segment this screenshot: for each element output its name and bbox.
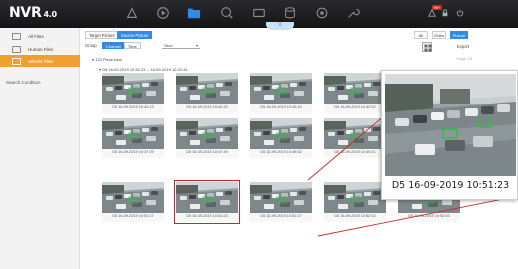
human-files-icon [12, 45, 21, 53]
sidebar-item-label: Human Files [28, 46, 54, 52]
file-management-icon[interactable] [187, 6, 201, 20]
thumbnail-image [176, 73, 238, 104]
smart-analysis-icon[interactable] [220, 6, 234, 20]
filter-video[interactable]: Video [432, 31, 446, 39]
picture-thumbnail[interactable]: D5 16-09-2019 10:51:27 [250, 182, 312, 222]
thumbnail-caption: D5 16-09-2019 10:42:52 [334, 105, 376, 109]
picture-thumbnail[interactable]: D5 16-09-2019 10:51:23 [174, 180, 240, 224]
top-navigation-bar: NVR 4.0 99+ [0, 0, 518, 28]
page-indicator: Page 1/5 [457, 57, 473, 61]
thumbnail-image [324, 182, 386, 213]
picture-thumbnail[interactable]: D5 16-09-2019 10:52:43 [324, 182, 386, 222]
picture-thumbnail[interactable]: D5 16-09-2019 10:42:52 [324, 73, 386, 113]
thumbnail-caption: D5 16-09-2019 10:42:13 [112, 105, 154, 109]
preview-image [385, 74, 516, 176]
sidebar-item-human-files[interactable]: Human Files [0, 43, 80, 55]
lock-icon[interactable] [441, 9, 449, 17]
power-icon[interactable] [456, 9, 464, 17]
sidebar: All Files Human Files Vehicle Files Sear… [0, 28, 80, 269]
filter-all[interactable]: All [414, 31, 428, 39]
thumbnail-caption: D5 16-09-2019 10:42:43 [260, 105, 302, 109]
thumbnail-caption: D5 16-09-2019 10:49:21 [334, 150, 376, 154]
thumbnail-image [324, 73, 386, 104]
alarm-icon[interactable] [428, 8, 436, 17]
maintenance-icon[interactable] [346, 6, 360, 20]
grid-icon [424, 44, 431, 51]
group-label: Group [85, 43, 97, 48]
sidebar-item-vehicle-files[interactable]: Vehicle Files [0, 55, 80, 67]
group-time-button[interactable]: Time [124, 42, 141, 49]
live-view-icon[interactable] [125, 6, 139, 20]
thumbnail-image [102, 182, 164, 213]
preview-caption: D5 16-09-2019 10:51:23 [391, 180, 510, 191]
export-button[interactable]: Export [457, 44, 469, 49]
picture-thumbnail[interactable]: D5 16-09-2019 10:42:33 [176, 73, 238, 113]
thumbnail-caption: D5 16-09-2019 10:42:33 [186, 105, 228, 109]
sidebar-item-label: Vehicle Files [28, 58, 54, 64]
picture-thumbnail[interactable]: D5 16-09-2019 10:49:02 [250, 118, 312, 158]
search-condition-label[interactable]: Search Condition [6, 80, 41, 85]
picture-thumbnail[interactable]: D5 16-09-2019 10:42:43 [250, 73, 312, 113]
thumbnail-caption: D5 16-09-2019 10:47:09 [112, 150, 154, 154]
thumbnail-caption: D5 16-09-2019 10:51:23 [186, 214, 228, 218]
storage-icon[interactable] [283, 6, 297, 20]
picture-thumbnail[interactable]: D5 16-09-2019 10:47:39 [176, 118, 238, 158]
thumbnail-caption: D5 16-09-2019 10:51:17 [112, 214, 154, 218]
group-channel-button[interactable]: Channel [102, 42, 125, 49]
configuration-icon[interactable] [315, 6, 329, 20]
filter-picture[interactable]: Picture [450, 31, 468, 39]
grid-view-button[interactable] [422, 42, 432, 52]
thumbnail-image [250, 118, 312, 149]
thumbnail-image [176, 118, 238, 149]
thumbnail-caption: D5 16-09-2019 10:51:27 [260, 214, 302, 218]
camera-icon[interactable] [252, 6, 266, 20]
all-files-icon [12, 32, 21, 40]
thumbnail-image [102, 73, 164, 104]
thumbnail-image [176, 182, 238, 213]
sidebar-item-label: All Files [28, 33, 44, 39]
picture-thumbnail[interactable]: D5 16-09-2019 10:49:21 [324, 118, 386, 158]
result-count: ▾ 132 Piece total [92, 57, 122, 62]
thumbnail-caption: D5 16-09-2019 10:52:43 [334, 214, 376, 218]
thumbnail-caption: D5 16-09-2019 10:49:02 [260, 150, 302, 154]
app-logo: NVR 4.0 [9, 5, 57, 21]
vehicle-files-icon [12, 57, 21, 65]
picture-thumbnail[interactable]: D5 16-09-2019 10:51:17 [102, 182, 164, 222]
sidebar-item-all-files[interactable]: All Files [0, 30, 80, 42]
picture-thumbnail[interactable]: D5 16-09-2019 10:42:13 [102, 73, 164, 113]
tab-target-picture[interactable]: Target Picture [85, 31, 119, 39]
playback-icon[interactable] [156, 6, 170, 20]
thumbnail-image [250, 182, 312, 213]
thumbnail-image [250, 73, 312, 104]
thumbnail-image [102, 118, 164, 149]
result-range: ▾ D5 16-09-2019 10:51:23 -- 16-09-2019 1… [99, 67, 188, 72]
picture-thumbnail[interactable]: D5 16-09-2019 10:47:09 [102, 118, 164, 158]
group-select[interactable]: Slice ▾ [162, 42, 200, 49]
thumbnail-caption: D5 16-09-2019 10:52:53 [408, 214, 450, 218]
tab-source-picture[interactable]: Source Picture [117, 31, 153, 39]
thumbnail-caption: D5 16-09-2019 10:47:39 [186, 150, 228, 154]
picture-preview-popup[interactable]: D5 16-09-2019 10:51:23 [381, 70, 518, 200]
thumbnail-image [324, 118, 386, 149]
